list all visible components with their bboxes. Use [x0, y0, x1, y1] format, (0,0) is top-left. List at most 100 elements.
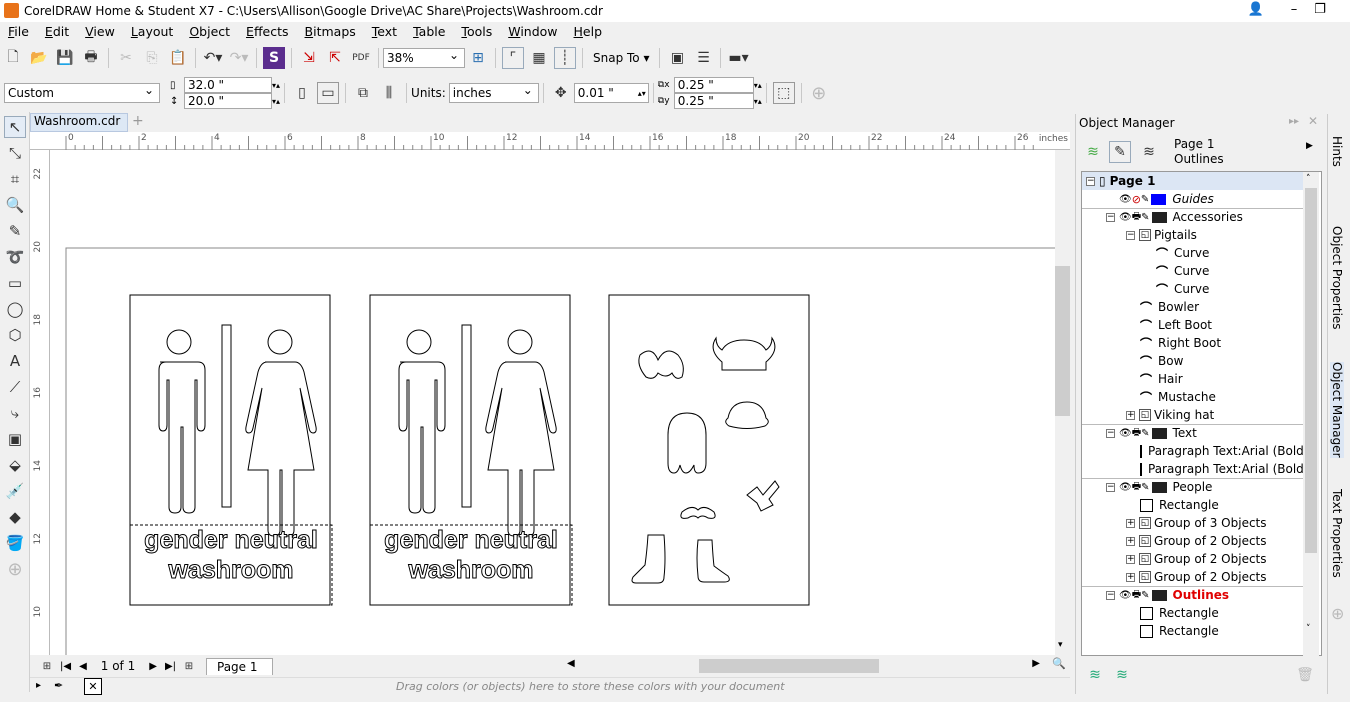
expand-toggle[interactable]: − — [1106, 428, 1115, 438]
text-tool-icon[interactable]: A — [4, 350, 26, 372]
expand-toggle[interactable]: − — [1106, 590, 1115, 600]
menu-bitmaps[interactable]: Bitmaps — [297, 22, 364, 42]
menu-help[interactable]: Help — [566, 22, 611, 42]
tree-scroll-thumb[interactable] — [1305, 188, 1317, 553]
page-width-input[interactable]: 32.0 " — [184, 77, 272, 93]
expand-toggle[interactable]: − — [1106, 212, 1115, 222]
tree-item[interactable]: ⌒ Right Boot — [1082, 334, 1307, 352]
edit-pencil-icon[interactable]: ✎ — [1141, 194, 1149, 205]
connector-tool-icon[interactable]: ⤷ — [4, 402, 26, 424]
tree-item[interactable]: Paragraph Text:Arial (Bold) — [1082, 442, 1308, 460]
freehand-tool-icon[interactable]: ✎ — [4, 220, 26, 242]
document-tab[interactable]: Washroom.cdr — [30, 113, 128, 132]
visibility-eye-icon[interactable]: 👁 — [1119, 212, 1132, 223]
smart-fill-icon[interactable]: 🪣 — [4, 532, 26, 554]
tree-item[interactable]: ⌒ Bow — [1082, 352, 1307, 370]
application-launcher-icon[interactable]: ▬▾ — [727, 47, 749, 69]
undo-icon[interactable]: ↶▾ — [202, 47, 224, 69]
dimension-tool-icon[interactable]: ⟋ — [4, 376, 26, 398]
visibility-eye-icon[interactable]: 👁 — [1119, 428, 1132, 439]
expand-toggle[interactable]: − — [1126, 230, 1135, 240]
edit-pencil-icon[interactable]: ✎ — [1141, 212, 1149, 223]
rectangle-tool-icon[interactable]: ▭ — [4, 272, 26, 294]
duplicate-y-spinner[interactable]: ▾▴ — [754, 97, 762, 106]
page-height-spinner[interactable]: ▾▴ — [272, 97, 280, 106]
tree-item[interactable]: − 👁 🖶 ✎ People — [1082, 478, 1307, 496]
eyedropper-icon[interactable]: 💉 — [4, 480, 26, 502]
layer-color-swatch[interactable] — [1151, 589, 1167, 601]
tab-object-manager[interactable]: Object Manager — [1330, 362, 1344, 458]
show-guidelines-icon[interactable]: ┊ — [554, 47, 576, 69]
menu-object[interactable]: Object — [181, 22, 238, 42]
expand-toggle[interactable]: + — [1126, 554, 1135, 564]
vertical-ruler[interactable]: 22 20 18 16 14 12 10 — [30, 150, 50, 655]
landscape-icon[interactable]: ▭ — [317, 82, 340, 104]
zoom-navigator-icon[interactable]: 🔍 — [1052, 657, 1066, 670]
paste-icon[interactable]: 📋 — [167, 47, 189, 69]
menu-edit[interactable]: Edit — [37, 22, 77, 42]
units-select[interactable]: inches — [448, 83, 539, 103]
docker-menu-icon[interactable]: ▶ — [1306, 141, 1313, 151]
tree-item[interactable]: − 👁 🖶 ✎ Outlines — [1082, 586, 1307, 604]
cut-icon[interactable]: ✂ — [115, 47, 137, 69]
shape-tool-icon[interactable]: ⤡ — [4, 142, 26, 164]
menu-effects[interactable]: Effects — [238, 22, 297, 42]
user-icon[interactable]: 👤 — [1246, 2, 1266, 20]
sign-text[interactable]: washroom — [370, 556, 572, 585]
ellipse-tool-icon[interactable]: ◯ — [4, 298, 26, 320]
tree-item[interactable]: − ◱ Pigtails — [1082, 226, 1307, 244]
vertical-scrollbar[interactable]: ▾ — [1055, 150, 1070, 655]
add-page-after-icon[interactable]: ⊞ — [182, 655, 196, 677]
restore-button[interactable]: ❐ — [1310, 2, 1330, 20]
import-icon[interactable]: ⇲ — [298, 47, 320, 69]
tree-item[interactable]: + ◱ Group of 2 Objects — [1082, 532, 1307, 550]
sign-text[interactable]: gender neutral — [370, 526, 572, 555]
tree-item[interactable]: ⌒ Curve — [1082, 262, 1307, 280]
all-pages-icon[interactable]: ⧉ — [352, 82, 374, 104]
scroll-right-icon[interactable]: ▶ — [1032, 658, 1040, 669]
treat-as-filled-icon[interactable]: ⬚ — [772, 82, 795, 104]
welcome-screen-icon[interactable]: ▣ — [666, 47, 688, 69]
tree-item[interactable]: ⌒ Bowler — [1082, 298, 1307, 316]
expand-toggle[interactable]: + — [1126, 572, 1135, 582]
interactive-fill-icon[interactable]: ◆ — [4, 506, 26, 528]
tree-item[interactable]: ⌒ Hair — [1082, 370, 1307, 388]
tree-item[interactable]: ⌒ Curve — [1082, 280, 1307, 298]
current-page-icon[interactable]: ⫼ — [378, 82, 400, 104]
publish-pdf-icon[interactable]: PDF — [350, 47, 372, 69]
tree-item[interactable]: + ◱ Group of 2 Objects — [1082, 550, 1307, 568]
tree-scroll-up-icon[interactable]: ˄ — [1306, 174, 1311, 184]
new-master-layer-icon[interactable]: ≋ — [1111, 664, 1133, 686]
show-object-properties-icon[interactable]: ≋ — [1082, 141, 1104, 163]
tree-item[interactable]: 👁 ⊘ ✎ Guides — [1082, 190, 1307, 208]
palette-arrow-icon[interactable]: ▸ — [36, 680, 41, 691]
sign-text[interactable]: gender neutral — [130, 526, 332, 555]
layer-color-swatch[interactable] — [1151, 193, 1167, 205]
previous-page-icon[interactable]: ◀ — [79, 661, 87, 672]
expand-toggle[interactable]: + — [1126, 518, 1135, 528]
print-icon[interactable]: 🖶 — [80, 47, 102, 69]
edit-pencil-icon[interactable]: ✎ — [1141, 482, 1149, 493]
layer-color-swatch[interactable] — [1151, 481, 1167, 493]
visibility-eye-icon[interactable]: 👁 — [1119, 194, 1132, 205]
add-tool-icon[interactable]: ⊕ — [4, 558, 26, 580]
tree-item[interactable]: ⌒ Curve — [1082, 244, 1307, 262]
vertical-scroll-thumb[interactable] — [1055, 266, 1070, 416]
printer-icon[interactable]: 🖶 — [1132, 425, 1141, 442]
docker-collapse-icon[interactable]: ▸▸ — [1289, 116, 1299, 127]
expand-toggle[interactable]: − — [1086, 176, 1095, 186]
expand-toggle[interactable]: + — [1126, 410, 1135, 420]
new-document-icon[interactable]: 🗋 — [2, 47, 24, 69]
horizontal-scrollbar[interactable]: ◀ ▶ 🔍 — [565, 655, 1070, 677]
tree-item[interactable]: + ◱ Group of 3 Objects — [1082, 514, 1307, 532]
zoom-level-select[interactable]: 38% — [383, 48, 465, 68]
tab-text-properties[interactable]: Text Properties — [1330, 489, 1344, 578]
page-width-spinner[interactable]: ▾▴ — [272, 81, 280, 90]
visibility-eye-icon[interactable]: 👁 — [1119, 590, 1132, 601]
nudge-distance-input[interactable]: 0.01 " ▴▾ — [573, 83, 649, 103]
menu-text[interactable]: Text — [364, 22, 405, 42]
layer-color-swatch[interactable] — [1151, 211, 1167, 223]
tree-item[interactable]: − 👁 🖶 ✎ Text — [1082, 424, 1307, 442]
edit-pencil-icon[interactable]: ✎ — [1141, 428, 1149, 439]
tree-item[interactable]: Rectangle — [1082, 604, 1307, 622]
